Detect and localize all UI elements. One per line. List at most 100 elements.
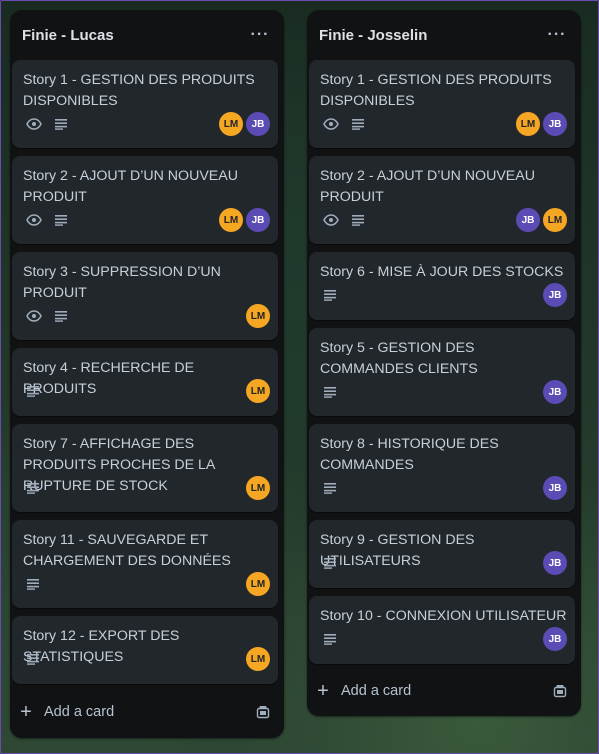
card-badges [323,289,337,301]
card-members: LM JB [219,208,270,232]
card-members: JB [543,380,567,404]
card[interactable]: Story 7 - AFFICHAGE DES PRODUITS PROCHES… [12,424,278,512]
avatar[interactable]: JB [543,380,567,404]
card-template-icon[interactable] [256,705,270,724]
description-icon [323,386,337,398]
card-badges [323,557,337,569]
card[interactable]: Story 12 - EXPORT DES STATISTIQUES LM [12,616,278,684]
card-title: Story 5 - GESTION DES COMMANDES CLIENTS [320,340,478,377]
description-icon [26,578,40,590]
card-members: LM JB [219,112,270,136]
card[interactable]: Story 9 - GESTION DES UTILISATEURS JB [309,520,575,588]
description-icon [323,633,337,645]
description-icon [323,289,337,301]
card[interactable]: Story 11 - SAUVEGARDE ET CHARGEMENT DES … [12,520,278,608]
card-members: JB [543,283,567,307]
card-badges [323,386,337,398]
description-icon [26,482,40,494]
add-card-button[interactable]: + Add a card [315,681,411,701]
list-menu-button[interactable]: ··· [248,26,272,44]
plus-icon: + [20,701,32,723]
list-menu-button[interactable]: ··· [545,26,569,44]
add-card-label: Add a card [341,683,412,699]
plus-icon: + [317,680,329,702]
avatar[interactable]: LM [219,112,243,136]
card-members: JB [543,627,567,651]
card-title: Story 10 - CONNEXION UTILISATEUR [320,608,567,624]
card-badges [323,482,337,494]
description-icon [26,385,40,397]
avatar[interactable]: LM [219,208,243,232]
card-badges [323,118,365,130]
card-members: LM [246,572,270,596]
description-icon [323,482,337,494]
card-members: LM JB [516,112,567,136]
avatar[interactable]: JB [543,112,567,136]
avatar[interactable]: LM [246,379,270,403]
avatar[interactable]: LM [246,304,270,328]
card-members: JB [543,551,567,575]
card-badges [26,578,40,590]
card[interactable]: Story 4 - RECHERCHE DE PRODUITS LM [12,348,278,416]
card-badges [26,385,40,397]
list-title[interactable]: Finie - Lucas [22,27,114,44]
card-badges [26,482,40,494]
avatar[interactable]: JB [516,208,540,232]
card[interactable]: Story 8 - HISTORIQUE DES COMMANDES JB [309,424,575,512]
avatar[interactable]: LM [246,647,270,671]
card-title: Story 1 - GESTION DES PRODUITS DISPONIBL… [320,72,552,109]
card-members: LM [246,304,270,328]
card[interactable]: Story 2 - AJOUT D’UN NOUVEAU PRODUIT JB LM [309,156,575,244]
avatar[interactable]: LM [543,208,567,232]
card-template-icon[interactable] [553,684,567,703]
card-title: Story 3 - SUPPRESSION D’UN PRODUIT [23,264,221,301]
card[interactable]: Story 10 - CONNEXION UTILISATEUR JB [309,596,575,664]
eye-icon [26,214,42,226]
description-icon [54,214,68,226]
avatar[interactable]: JB [543,551,567,575]
card-badges [26,653,40,665]
avatar[interactable]: JB [543,627,567,651]
avatar[interactable]: JB [543,283,567,307]
card-members: JB [543,476,567,500]
card-members: LM [246,476,270,500]
card-badges [26,310,68,322]
avatar[interactable]: JB [543,476,567,500]
card-title: Story 6 - MISE À JOUR DES STOCKS [320,264,564,280]
card-title: Story 1 - GESTION DES PRODUITS DISPONIBL… [23,72,255,109]
avatar[interactable]: LM [246,476,270,500]
card[interactable]: Story 3 - SUPPRESSION D’UN PRODUIT LM [12,252,278,340]
card-members: LM [246,379,270,403]
list-header: Finie - Josselin ··· [307,10,581,60]
card-title: Story 11 - SAUVEGARDE ET CHARGEMENT DES … [23,532,231,569]
add-card-label: Add a card [44,704,115,720]
avatar[interactable]: JB [246,208,270,232]
description-icon [351,118,365,130]
card[interactable]: Story 1 - GESTION DES PRODUITS DISPONIBL… [309,60,575,148]
card-title: Story 2 - AJOUT D’UN NOUVEAU PRODUIT [320,168,535,205]
card-title: Story 8 - HISTORIQUE DES COMMANDES [320,436,499,473]
description-icon [54,310,68,322]
card-title: Story 9 - GESTION DES UTILISATEURS [320,532,475,569]
card-members: LM [246,647,270,671]
eye-icon [323,118,339,130]
avatar[interactable]: JB [246,112,270,136]
avatar[interactable]: LM [516,112,540,136]
avatar[interactable]: LM [246,572,270,596]
card-title: Story 12 - EXPORT DES STATISTIQUES [23,628,180,665]
add-card-button[interactable]: + Add a card [18,702,114,722]
card-members: JB LM [516,208,567,232]
card[interactable]: Story 1 - GESTION DES PRODUITS DISPONIBL… [12,60,278,148]
eye-icon [26,310,42,322]
eye-icon [26,118,42,130]
eye-icon [323,214,339,226]
description-icon [323,557,337,569]
description-icon [26,653,40,665]
card[interactable]: Story 5 - GESTION DES COMMANDES CLIENTS J… [309,328,575,416]
card[interactable]: Story 6 - MISE À JOUR DES STOCKS JB [309,252,575,320]
card-badges [323,633,337,645]
card-title: Story 2 - AJOUT D’UN NOUVEAU PRODUIT [23,168,238,205]
list-title[interactable]: Finie - Josselin [319,27,427,44]
card[interactable]: Story 2 - AJOUT D’UN NOUVEAU PRODUIT LM JB [12,156,278,244]
card-badges [26,214,68,226]
